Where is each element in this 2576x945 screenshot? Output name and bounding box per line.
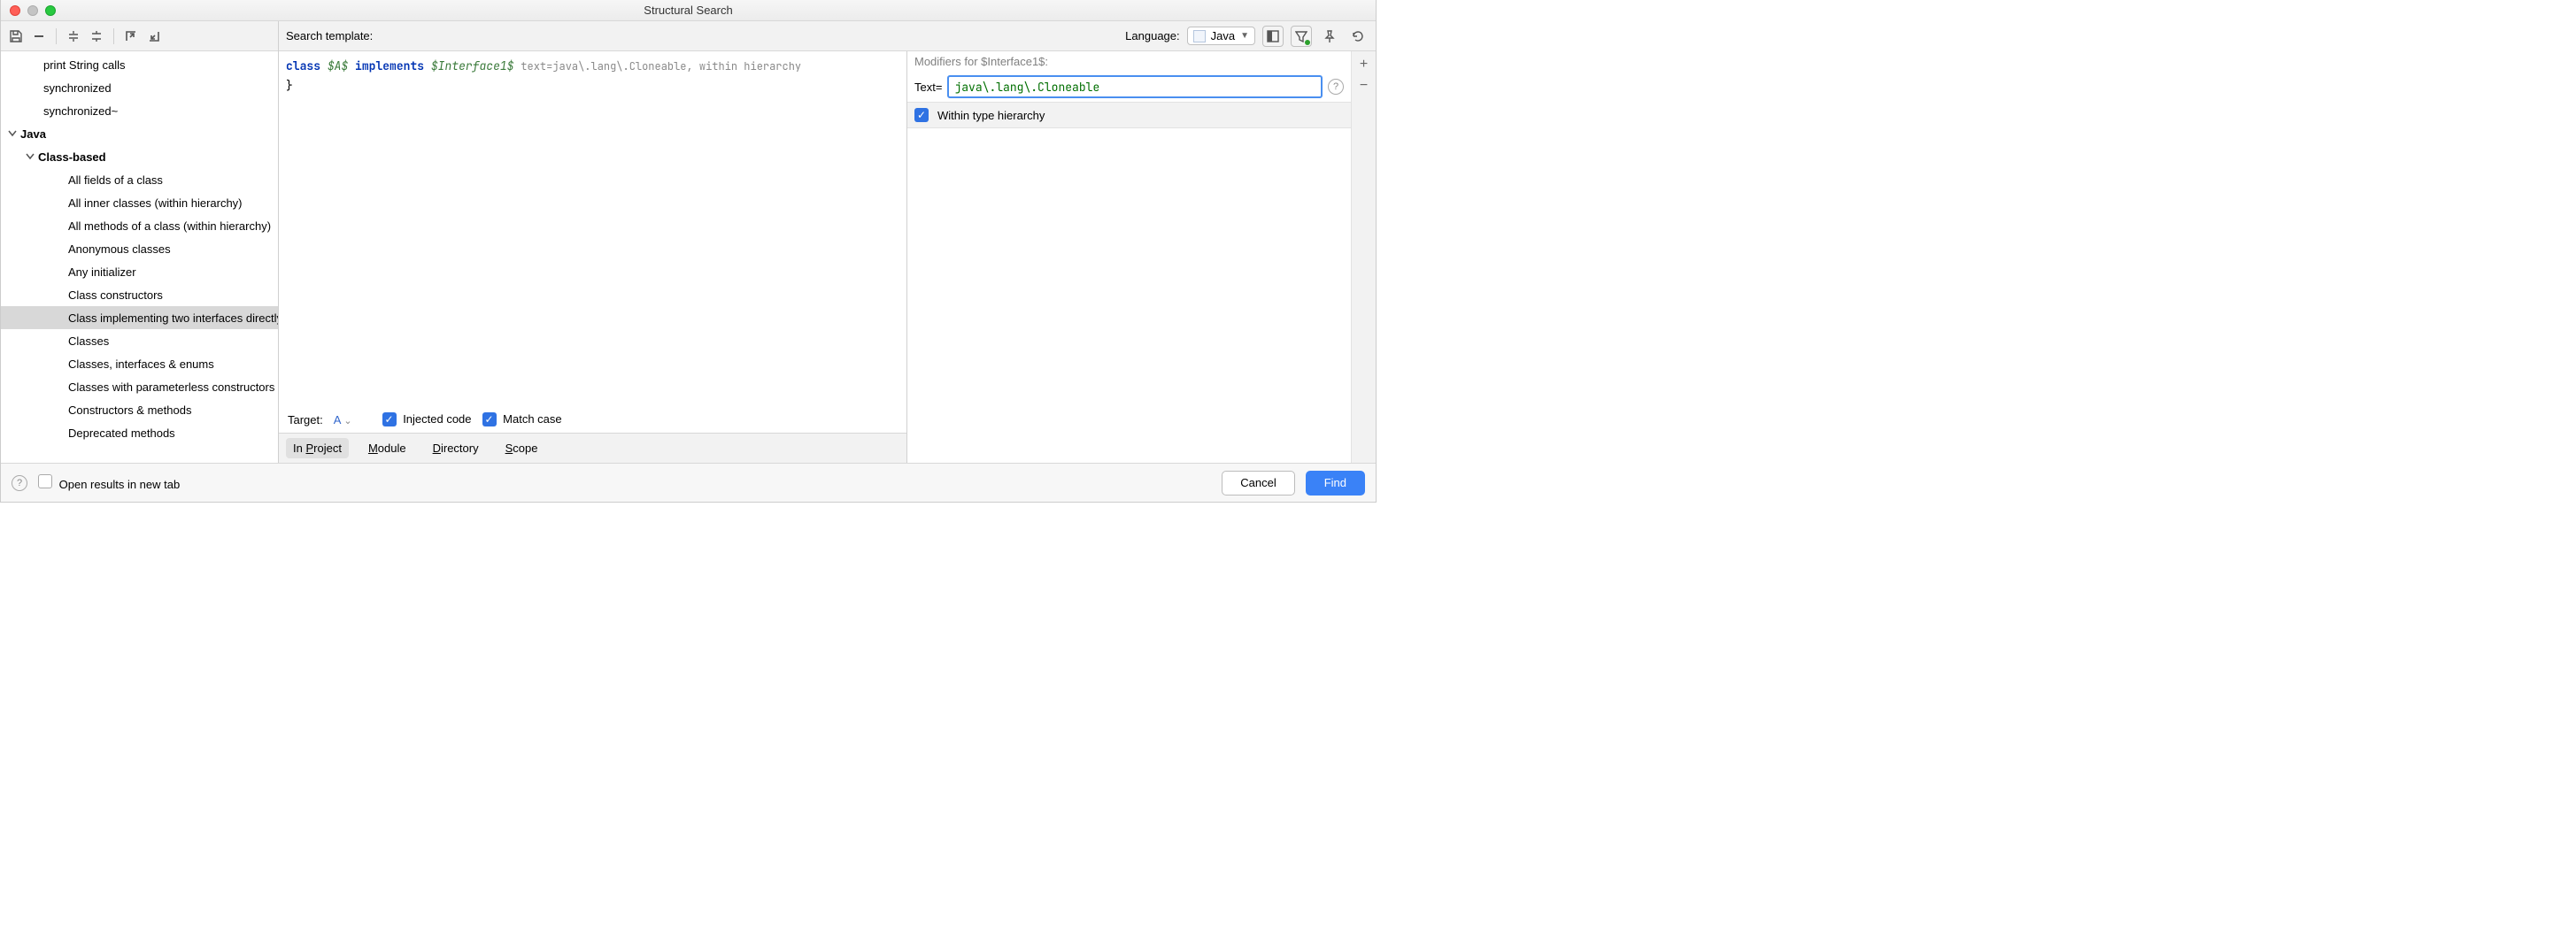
separator <box>56 28 57 44</box>
cancel-button[interactable]: Cancel <box>1222 471 1294 496</box>
tree-item[interactable]: Constructors & methods <box>1 398 278 421</box>
footer: ? Open results in new tab Cancel Find <box>1 463 1376 502</box>
separator <box>113 28 114 44</box>
tree-item[interactable]: All fields of a class <box>1 168 278 191</box>
modifiers-panel: Modifiers for $Interface1$: Text= ? ✓ Wi… <box>906 51 1376 463</box>
tree-item[interactable]: Class constructors <box>1 283 278 306</box>
text-filter-label: Text= <box>914 81 942 94</box>
remove-filter-icon[interactable]: − <box>1356 78 1372 94</box>
target-label: Target: <box>288 413 323 426</box>
text-filter-row: Text= ? <box>907 72 1351 102</box>
language-value: Java <box>1211 29 1235 42</box>
tree-item[interactable]: All inner classes (within hierarchy) <box>1 191 278 214</box>
window-title: Structural Search <box>1 4 1376 17</box>
options-row: Target: A ⌄ ✓ Injected code ✓ Match c <box>279 406 906 433</box>
chevron-down-icon: ⌄ <box>343 416 351 426</box>
tree-item[interactable]: Anonymous classes <box>1 237 278 260</box>
scope-tab-directory[interactable]: Directory <box>426 438 486 458</box>
chevron-down-icon <box>8 129 20 138</box>
keyword: implements <box>355 58 424 73</box>
tree-item[interactable]: Classes, interfaces & enums <box>1 352 278 375</box>
template-variable: $Interface1$ <box>431 58 514 73</box>
editor-panel: class $A$ implements $Interface1$ text=j… <box>279 51 906 463</box>
checkbox-checked-icon: ✓ <box>482 412 497 426</box>
modifiers-toolbar: + − <box>1351 51 1376 463</box>
language-label: Language: <box>1125 29 1179 42</box>
remove-template-icon[interactable] <box>29 27 49 46</box>
tree-item[interactable]: synchronized <box>1 76 278 99</box>
find-button[interactable]: Find <box>1306 471 1365 496</box>
import-icon[interactable] <box>144 27 164 46</box>
pin-icon[interactable] <box>1319 26 1340 47</box>
scope-tab-scope[interactable]: Scope <box>498 438 545 458</box>
tree-item[interactable]: synchronized~ <box>1 99 278 122</box>
tree-item[interactable]: All methods of a class (within hierarchy… <box>1 214 278 237</box>
checkbox-checked-icon: ✓ <box>914 108 929 122</box>
expand-all-icon[interactable] <box>64 27 83 46</box>
save-template-icon[interactable] <box>6 27 26 46</box>
tree-item[interactable]: Classes with parameterless constructors <box>1 375 278 398</box>
tree-group-class-based[interactable]: Class-based <box>1 145 278 168</box>
modifiers-title: Modifiers for $Interface1$: <box>907 51 1351 72</box>
main-header: Search template: Language: Java ▼ <box>279 21 1376 51</box>
add-filter-icon[interactable]: + <box>1356 57 1372 73</box>
code-line: } <box>286 76 899 96</box>
inline-hint: text=java\.lang\.Cloneable, within hiera… <box>521 59 801 73</box>
code-line: class $A$ implements $Interface1$ text=j… <box>286 57 899 76</box>
tree-item[interactable]: Any initializer <box>1 260 278 283</box>
checkbox-unchecked-icon <box>38 474 52 488</box>
tree-item-selected[interactable]: Class implementing two interfaces direct… <box>1 306 278 329</box>
structural-search-window: Structural Search <box>0 0 1377 503</box>
export-icon[interactable] <box>121 27 141 46</box>
template-variable: $A$ <box>328 58 348 73</box>
template-editor[interactable]: class $A$ implements $Interface1$ text=j… <box>279 51 906 406</box>
modifiers-body: Modifiers for $Interface1$: Text= ? ✓ Wi… <box>907 51 1351 463</box>
language-selector[interactable]: Java ▼ <box>1187 27 1255 45</box>
chevron-down-icon <box>26 152 38 161</box>
tree-item[interactable]: Classes <box>1 329 278 352</box>
scope-tabs: In Project Module Directory Scope <box>279 433 906 463</box>
content: print String calls synchronized synchron… <box>1 21 1376 463</box>
filter-icon[interactable] <box>1291 26 1312 47</box>
sidebar-toolbar <box>1 21 278 51</box>
main-panel: Search template: Language: Java ▼ <box>279 21 1376 463</box>
checkbox-checked-icon: ✓ <box>382 412 397 426</box>
titlebar: Structural Search <box>1 0 1376 21</box>
help-icon[interactable]: ? <box>12 475 27 491</box>
collapse-all-icon[interactable] <box>87 27 106 46</box>
match-case-checkbox[interactable]: ✓ Match case <box>482 412 562 426</box>
templates-sidebar: print String calls synchronized synchron… <box>1 21 279 463</box>
keyword: class <box>286 58 320 73</box>
java-file-icon <box>1193 30 1206 42</box>
main-body: class $A$ implements $Interface1$ text=j… <box>279 51 1376 463</box>
tree-item[interactable]: print String calls <box>1 53 278 76</box>
text-filter-input[interactable] <box>947 75 1323 98</box>
toggle-panel-icon[interactable] <box>1262 26 1284 47</box>
templates-tree[interactable]: print String calls synchronized synchron… <box>1 51 278 463</box>
tree-group-java[interactable]: Java <box>1 122 278 145</box>
scope-tab-in-project[interactable]: In Project <box>286 438 349 458</box>
scope-tab-module[interactable]: Module <box>361 438 413 458</box>
search-template-label: Search template: <box>286 29 373 42</box>
injected-code-checkbox[interactable]: ✓ Injected code <box>382 412 472 426</box>
target-selector[interactable]: A ⌄ <box>334 413 352 426</box>
within-hierarchy-checkbox[interactable]: ✓ Within type hierarchy <box>907 102 1351 128</box>
refresh-icon[interactable] <box>1347 26 1369 47</box>
help-icon[interactable]: ? <box>1328 79 1344 95</box>
chevron-down-icon: ▼ <box>1240 31 1249 41</box>
open-results-checkbox[interactable]: Open results in new tab <box>38 474 180 491</box>
tree-item[interactable]: Deprecated methods <box>1 421 278 444</box>
